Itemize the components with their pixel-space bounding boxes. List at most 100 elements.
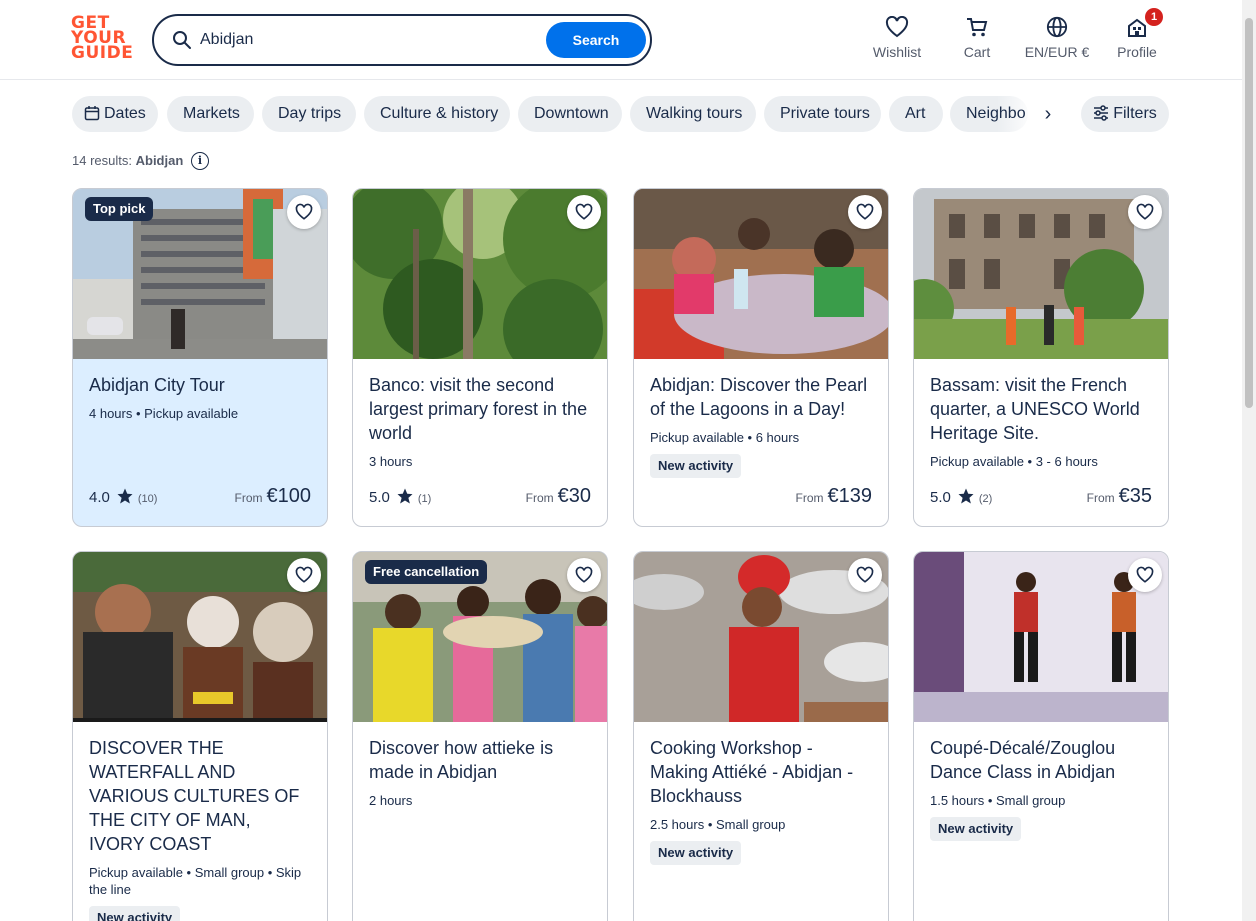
price-value: €35 — [1118, 485, 1152, 507]
activity-rating: 5.0 (1) — [369, 487, 431, 506]
activity-card[interactable]: Banco: visit the second largest primary … — [352, 188, 608, 527]
price-from-label: From — [795, 491, 824, 505]
wishlist-toggle[interactable] — [1128, 558, 1162, 592]
wishlist-toggle[interactable] — [287, 558, 321, 592]
review-count: (10) — [137, 493, 158, 505]
rating-value: 4.0 — [89, 489, 110, 506]
review-count: (1) — [417, 493, 432, 505]
activity-title: Discover how attieke is made in Abidjan — [369, 738, 554, 782]
profile-button[interactable]: 1 Profile — [1097, 8, 1177, 64]
price-from-label: From — [525, 491, 554, 505]
activity-rating: 4.0 (10) — [89, 487, 157, 506]
star-icon — [397, 488, 413, 504]
chip-dates-label: Dates — [104, 105, 146, 122]
chip-downtown[interactable]: Downtown — [518, 96, 622, 132]
activity-card-body: Abidjan: Discover the Pearl of the Lagoo… — [634, 359, 888, 478]
chip-walking-tours[interactable]: Walking tours — [630, 96, 756, 132]
activity-title: Banco: visit the second largest primary … — [369, 375, 588, 443]
search-input[interactable] — [200, 26, 530, 54]
search-button[interactable]: Search — [546, 22, 646, 58]
results-query: Abidjan — [135, 153, 184, 168]
language-label: EN/EUR € — [1024, 44, 1090, 60]
chip-neighborhoods[interactable]: Neighbo — [950, 96, 1028, 132]
wishlist-toggle[interactable] — [848, 558, 882, 592]
cart-label: Cart — [963, 44, 991, 60]
new-activity-badge: New activity — [89, 906, 181, 921]
chip-label: Culture & history — [380, 105, 499, 122]
activity-price: From €100 — [235, 485, 312, 508]
chip-dates[interactable]: Dates — [72, 96, 158, 132]
activity-meta: 2.5 hours • Small group — [650, 817, 786, 832]
chip-culture-history[interactable]: Culture & history — [364, 96, 510, 132]
rating-value: 5.0 — [930, 489, 951, 506]
activity-rating: 5.0 (2) — [930, 487, 992, 506]
chip-day-trips[interactable]: Day trips — [262, 96, 356, 132]
rating-value: 5.0 — [369, 489, 390, 506]
activity-card[interactable]: Coupé-Décalé/Zouglou Dance Class in Abid… — [913, 551, 1169, 921]
heart-icon — [575, 203, 593, 220]
activity-card[interactable]: Cooking Workshop - Making Attiéké - Abid… — [633, 551, 889, 921]
activity-image — [634, 552, 888, 722]
wishlist-toggle[interactable] — [848, 195, 882, 229]
new-activity-badge: New activity — [650, 454, 742, 478]
heart-icon — [885, 16, 909, 38]
wishlist-toggle[interactable] — [287, 195, 321, 229]
activity-image — [353, 189, 607, 359]
wishlist-toggle[interactable] — [567, 558, 601, 592]
logo-line-3: GUIDE — [71, 43, 134, 63]
calendar-icon — [84, 106, 100, 121]
getyourguide-logo[interactable]: GET YOUR GUIDE — [71, 15, 134, 64]
activity-meta: Pickup available • 6 hours — [650, 430, 800, 445]
price-from-label: From — [234, 491, 263, 505]
activity-card[interactable]: Bassam: visit the French quarter, a UNES… — [913, 188, 1169, 527]
scrollbar-thumb[interactable] — [1245, 18, 1253, 408]
cart-button[interactable]: Cart — [937, 16, 1017, 64]
chip-art[interactable]: Art — [889, 96, 943, 132]
price-value: €30 — [557, 485, 591, 507]
activity-image: Free cancellation — [353, 552, 607, 722]
new-activity-badge: New activity — [930, 817, 1022, 841]
language-currency-button[interactable]: EN/EUR € — [1017, 16, 1097, 64]
activity-card-body: Discover how attieke is made in Abidjan … — [353, 722, 607, 809]
activity-title: Bassam: visit the French quarter, a UNES… — [930, 375, 1140, 443]
chips-scroll-right-icon[interactable]: › — [1036, 100, 1060, 128]
activity-card[interactable]: Free cancellation Discover how attieke i… — [352, 551, 608, 921]
chip-label: Neighbo — [966, 105, 1026, 122]
price-value: €139 — [827, 485, 873, 507]
activity-title: Abidjan: Discover the Pearl of the Lagoo… — [650, 375, 868, 419]
profile-notification-badge: 1 — [1145, 8, 1163, 26]
heart-icon — [295, 203, 313, 220]
wishlist-button[interactable]: Wishlist — [857, 16, 937, 64]
activity-meta: Pickup available • Small group • Skip th… — [89, 865, 302, 897]
page-scrollbar[interactable] — [1242, 0, 1256, 921]
activity-meta: 1.5 hours • Small group — [930, 793, 1066, 808]
info-icon[interactable]: i — [191, 152, 209, 170]
activity-meta: Pickup available • 3 - 6 hours — [930, 454, 1098, 469]
activity-card[interactable]: Top pick Abidjan City Tour 4 hours • Pic… — [72, 188, 328, 527]
chip-markets[interactable]: Markets — [167, 96, 254, 132]
filters-button[interactable]: Filters — [1081, 96, 1169, 132]
sliders-icon — [1094, 105, 1109, 121]
activity-card[interactable]: DISCOVER THE WATERFALL AND VARIOUS CULTU… — [72, 551, 328, 921]
activity-card-body: Cooking Workshop - Making Attiéké - Abid… — [634, 722, 888, 865]
activity-title: Cooking Workshop - Making Attiéké - Abid… — [650, 738, 854, 806]
search-bar: Search — [152, 14, 652, 66]
activity-card[interactable]: Abidjan: Discover the Pearl of the Lagoo… — [633, 188, 889, 527]
activity-card-body: Abidjan City Tour 4 hours • Pickup avail… — [73, 359, 327, 422]
wishlist-toggle[interactable] — [1128, 195, 1162, 229]
chip-label: Art — [905, 105, 926, 122]
review-count: (2) — [978, 493, 993, 505]
chip-private-tours[interactable]: Private tours — [764, 96, 881, 132]
heart-icon — [295, 566, 313, 583]
new-activity-badge: New activity — [650, 841, 742, 865]
price-from-label: From — [1086, 491, 1115, 505]
heart-icon — [1136, 203, 1154, 220]
heart-icon — [1136, 566, 1154, 583]
star-icon — [958, 488, 974, 504]
price-value: €100 — [266, 485, 312, 507]
activity-image — [914, 552, 1168, 722]
wishlist-toggle[interactable] — [567, 195, 601, 229]
chip-label: Private tours — [780, 105, 870, 122]
heart-icon — [856, 566, 874, 583]
activity-image — [914, 189, 1168, 359]
